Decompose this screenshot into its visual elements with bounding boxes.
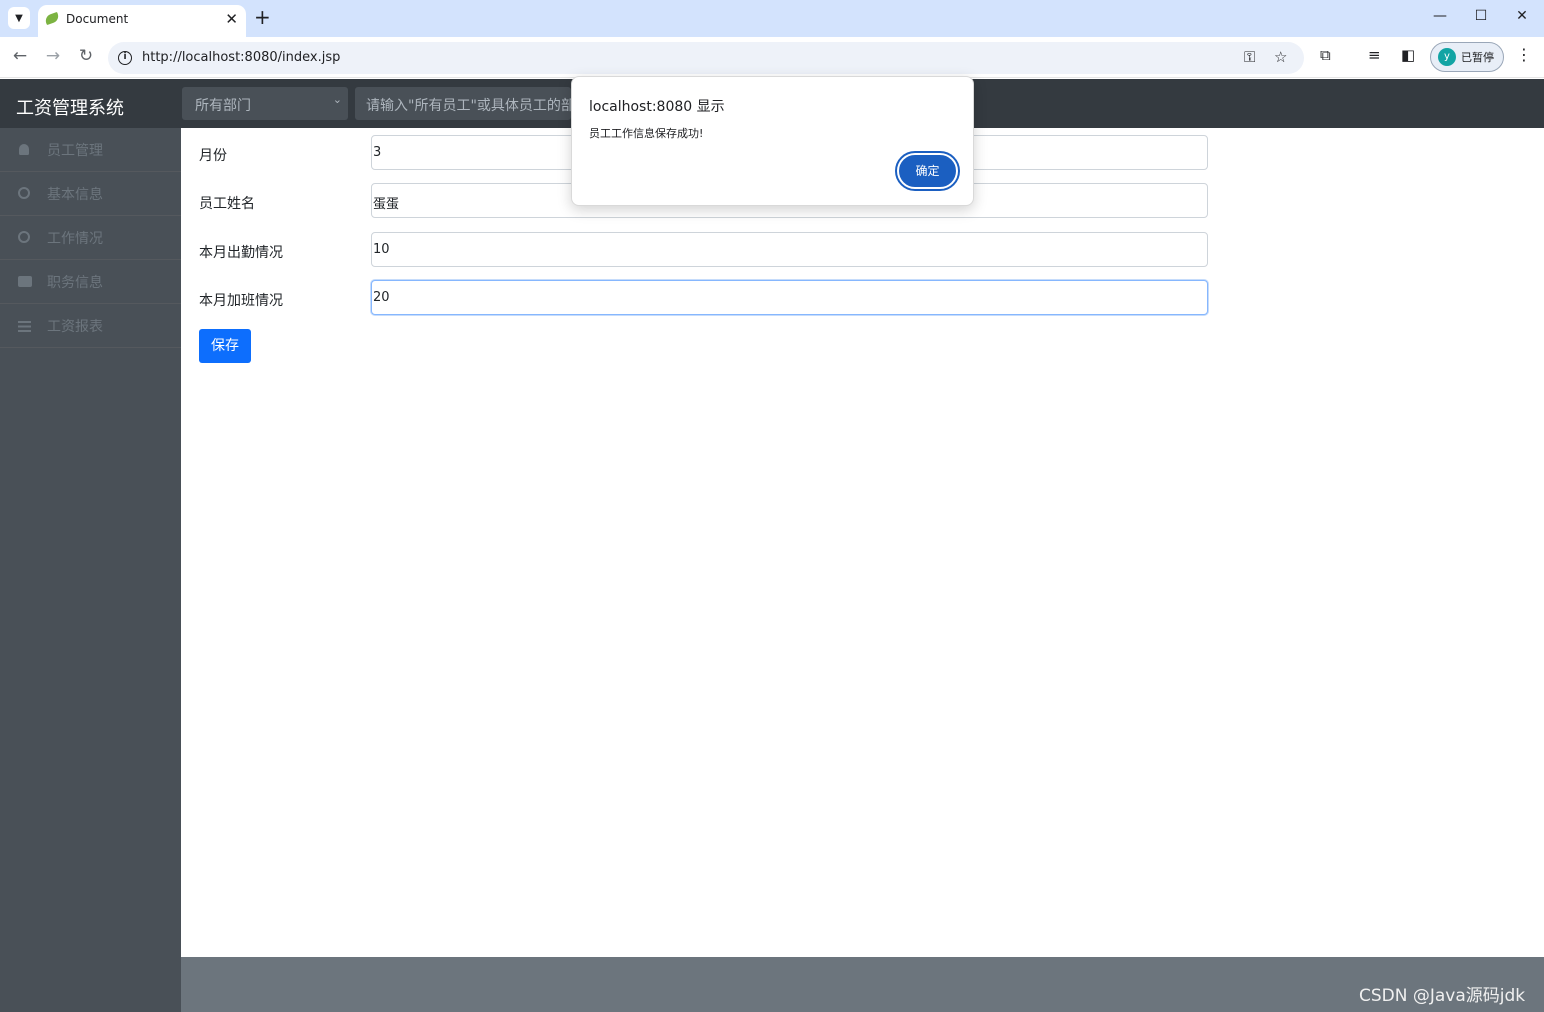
browser-tabbar: ▼ Document ✕ + — ☐ ✕ [0,0,1544,37]
briefcase-icon [18,276,32,287]
sidebar-item-position-info[interactable]: 职务信息 [0,260,181,304]
leaf-favicon-icon [43,11,61,26]
profile-button[interactable]: y 已暂停 [1430,42,1504,72]
sidebar-item-basic-info[interactable]: 基本信息 [0,172,181,216]
circle-icon [18,187,30,199]
avatar: y [1438,48,1456,66]
overtime-input[interactable]: 20 [371,280,1208,315]
dialog-ok-button[interactable]: 确定 [895,151,960,191]
dialog-message: 员工工作信息保存成功! [589,127,704,140]
attendance-label: 本月出勤情况 [199,245,283,261]
back-arrow-icon[interactable]: ← [10,46,30,66]
sidebar-item-label: 员工管理 [47,143,103,159]
sidebar-item-label: 职务信息 [47,275,103,291]
user-icon [19,144,29,155]
circle-icon [18,231,30,243]
key-icon[interactable]: ⚿ [1244,48,1255,66]
alert-dialog: localhost:8080 显示 员工工作信息保存成功! 确定 [571,76,974,206]
new-tab-plus-icon[interactable]: + [254,5,271,29]
attendance-value: 10 [373,242,390,257]
tab-search-chevron-icon[interactable]: ▼ [8,7,30,29]
browser-toolbar: ← → ↻ i http://localhost:8080/index.jsp … [0,37,1544,78]
tab-title: Document [66,12,129,26]
dialog-title: localhost:8080 显示 [589,99,725,115]
bookmark-star-icon[interactable]: ☆ [1274,48,1287,66]
browser-tab[interactable]: Document ✕ [38,5,246,37]
site-info-icon[interactable]: i [118,51,132,65]
side-panel-icon[interactable]: ◧ [1401,46,1415,64]
sidebar: 员工管理 基本信息 工作情况 职务信息 工资报表 [0,128,181,1012]
employee-search-input[interactable]: 请输入"所有员工"或具体员工的部 [355,87,571,120]
department-select[interactable]: 所有部门 ⌄ [182,87,348,120]
attendance-input[interactable]: 10 [371,232,1208,267]
employee-name-value: 蛋蛋 [373,197,400,212]
month-label: 月份 [199,148,227,164]
list-icon [18,321,31,332]
media-queue-icon[interactable]: ≡ [1368,46,1381,64]
maximize-icon[interactable]: ☐ [1471,8,1491,24]
extensions-puzzle-icon[interactable]: ⧉ [1320,46,1331,64]
close-window-icon[interactable]: ✕ [1512,8,1532,24]
employee-name-label: 员工姓名 [199,196,255,212]
sidebar-item-employee-management[interactable]: 员工管理 [0,128,181,172]
save-button[interactable]: 保存 [199,329,251,363]
tab-close-icon[interactable]: ✕ [225,10,238,28]
url-text[interactable]: http://localhost:8080/index.jsp [142,50,340,65]
forward-arrow-icon[interactable]: → [43,46,63,66]
watermark: CSDN @Java源码jdk [1359,986,1526,1006]
sidebar-item-label: 基本信息 [47,187,103,203]
sidebar-item-label: 工作情况 [47,231,103,247]
address-bar[interactable]: i http://localhost:8080/index.jsp ⚿ ☆ [108,42,1304,74]
sidebar-item-work-status[interactable]: 工作情况 [0,216,181,260]
sidebar-item-salary-report[interactable]: 工资报表 [0,304,181,348]
app-brand[interactable]: 工资管理系统 [16,94,124,120]
overtime-label: 本月加班情况 [199,293,283,309]
profile-status-label: 已暂停 [1461,51,1494,64]
month-value: 3 [373,145,382,160]
reload-icon[interactable]: ↻ [76,46,96,66]
sidebar-item-label: 工资报表 [47,319,103,335]
search-placeholder: 请输入"所有员工"或具体员工的部 [366,98,571,114]
minimize-icon[interactable]: — [1430,8,1450,24]
footer-bar [181,957,1544,1012]
chevron-down-icon: ⌄ [332,93,342,106]
overtime-value: 20 [373,290,390,305]
browser-menu-icon[interactable]: ⋮ [1516,45,1532,64]
department-select-value: 所有部门 [195,98,251,114]
